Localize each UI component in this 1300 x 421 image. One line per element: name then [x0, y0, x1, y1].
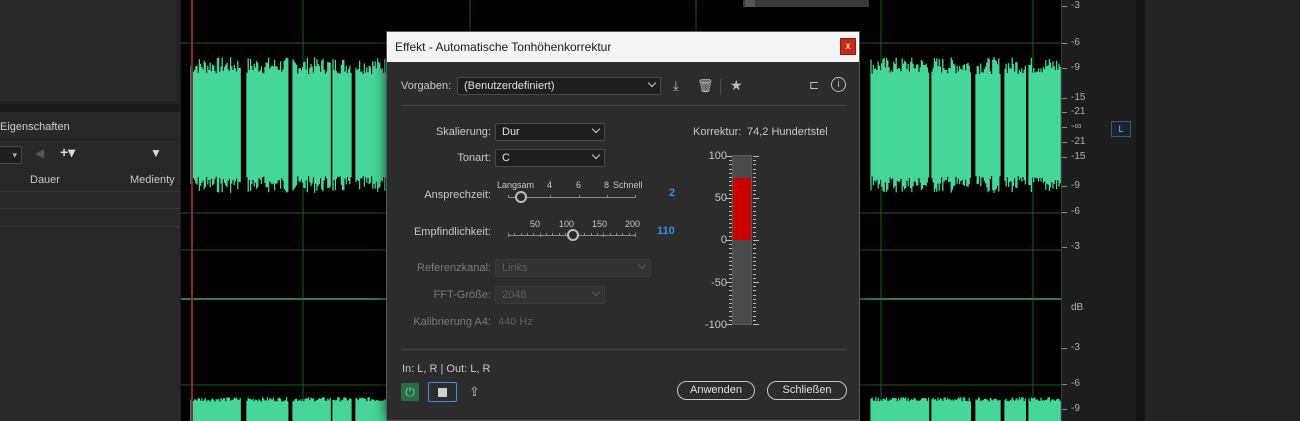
ref-channel-dropdown: Links — [495, 259, 651, 277]
db-tick-label: -3 — [1071, 241, 1080, 252]
chevron-down-icon — [591, 150, 601, 160]
plus-dropdown-icon[interactable]: +▾ — [60, 144, 75, 161]
attack-slider-thumb[interactable] — [515, 191, 527, 203]
star-icon[interactable]: ★ — [730, 77, 743, 94]
chevron-down-icon — [591, 124, 601, 134]
fft-size-dropdown: 2048 — [495, 286, 605, 304]
close-icon[interactable]: x — [840, 38, 856, 55]
correction-value: 74,2 Hundertstel — [747, 126, 828, 138]
meter-label: 0 — [720, 234, 727, 246]
calibration-value: 440 Hz — [498, 316, 533, 328]
db-tick-label: -15 — [1071, 92, 1086, 103]
scale-dropdown[interactable]: Dur — [495, 123, 605, 141]
attack-tick-label: 8 — [604, 180, 610, 190]
fft-size-label: FFT-Größe: — [433, 289, 491, 301]
correction-meter-fill — [733, 177, 751, 240]
attack-slider-track[interactable] — [508, 197, 636, 198]
attack-tick-label: 4 — [547, 180, 553, 190]
ref-channel-label: Referenzkanal: — [417, 262, 491, 274]
db-tick-label: -9 — [1071, 62, 1080, 73]
presets-label: Vorgaben: — [401, 80, 452, 92]
effect-dialog: Effekt - Automatische Tonhöhenkorrektur … — [386, 31, 860, 421]
stop-preview-button[interactable] — [428, 382, 457, 402]
column-header-media-type[interactable]: Medienty — [130, 174, 175, 186]
db-tick-label: -21 — [1071, 106, 1086, 117]
properties-dropdown[interactable]: ▾ — [0, 146, 22, 164]
db-tick-label: -3 — [1071, 342, 1080, 353]
key-dropdown[interactable]: C — [495, 149, 605, 167]
sensitivity-slider-thumb[interactable] — [567, 229, 579, 241]
sensitivity-value[interactable]: 110 — [657, 225, 675, 237]
meter-label: -100 — [704, 319, 727, 331]
calibration-label: Kalibrierung A4: — [413, 316, 491, 328]
right-panel — [1145, 0, 1300, 421]
dialog-title: Effekt - Automatische Tonhöhenkorrektur — [395, 40, 612, 54]
dialog-titlebar[interactable]: Effekt - Automatische Tonhöhenkorrektur … — [387, 32, 859, 62]
attack-tick-label: 6 — [576, 180, 582, 190]
channel-badge-left[interactable]: L — [1111, 121, 1131, 137]
export-icon[interactable]: ⇪ — [469, 384, 480, 400]
attack-value[interactable]: 2 — [669, 187, 675, 199]
sensitivity-label: Empfindlichkeit: — [413, 226, 491, 238]
presets-dropdown[interactable]: (Benutzerdefiniert) — [457, 77, 661, 95]
chevron-down-icon — [647, 78, 657, 88]
db-tick-label: -15 — [1071, 151, 1086, 162]
apply-button[interactable]: Anwenden — [677, 381, 755, 400]
db-tick-label: -21 — [1071, 136, 1086, 147]
sensitivity-tick-label: 200 — [625, 219, 641, 229]
db-tick-label: -3 — [1071, 0, 1080, 11]
db-tick-label: -6 — [1071, 37, 1080, 48]
scale-label: Skalierung: — [435, 126, 491, 138]
files-panel — [0, 0, 176, 103]
power-icon[interactable]: ⏻ — [401, 383, 419, 401]
chevron-down-icon — [591, 287, 601, 297]
sensitivity-tick-label: 50 — [530, 219, 541, 229]
close-button[interactable]: Schließen — [767, 381, 847, 400]
sensitivity-tick-label: 150 — [592, 219, 608, 229]
db-tick-label: -9 — [1071, 403, 1080, 414]
properties-title: Eigenschaften — [0, 121, 70, 133]
key-label: Tonart: — [457, 152, 491, 164]
sensitivity-tick-label: 100 — [559, 219, 575, 229]
db-tick-label: -9 — [1071, 180, 1080, 191]
attack-label: Ansprechzeit: — [424, 189, 491, 201]
attack-max-label: Schnell — [613, 180, 643, 190]
correction-label: Korrektur: — [693, 126, 742, 138]
routing-icon[interactable]: ⊏ — [809, 78, 819, 92]
filter-icon[interactable]: ▼ — [150, 146, 162, 160]
left-panel: Eigenschaften ▾ ◀ +▾ ▼ Dauer Medienty — [0, 0, 180, 421]
info-icon[interactable]: i — [831, 77, 846, 92]
attack-min-label: Langsam — [497, 180, 535, 190]
meter-label: 100 — [708, 150, 727, 162]
stop-icon — [438, 388, 447, 397]
db-tick-label: -6 — [1071, 206, 1080, 217]
trash-icon[interactable]: 🗑 — [697, 78, 714, 94]
db-ruler: -3 -6 -9 -15 -21 -∞ -21 -15 -9 -6 -3 dB -3 -6 -9 — [1061, 0, 1135, 421]
playhead[interactable] — [191, 0, 193, 421]
db-unit-label: dB — [1071, 302, 1084, 313]
zoom-scrollbar[interactable] — [743, 0, 869, 7]
meter-label: -50 — [711, 277, 727, 289]
download-icon[interactable]: ⤓ — [673, 78, 679, 94]
chevron-down-icon — [637, 260, 647, 270]
db-tick-label: -6 — [1071, 378, 1080, 389]
meter-label: 50 — [714, 192, 727, 204]
io-routing-text[interactable]: In: L, R | Out: L, R — [402, 363, 490, 375]
arrow-left-icon[interactable]: ◀ — [35, 146, 44, 160]
column-header-duration[interactable]: Dauer — [30, 174, 60, 186]
db-tick-label: -∞ — [1071, 121, 1082, 132]
